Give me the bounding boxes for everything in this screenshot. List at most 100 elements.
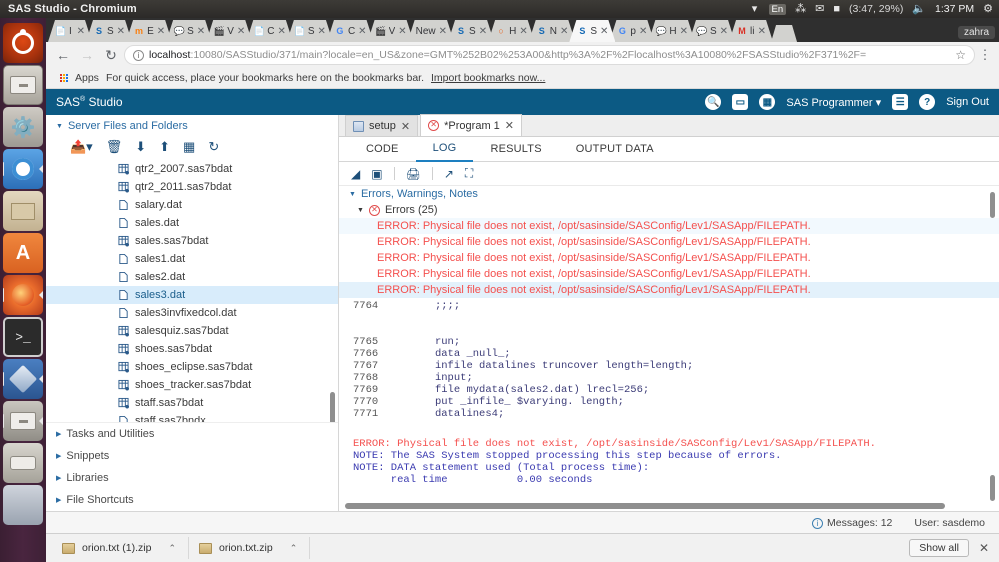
sign-out-button[interactable]: Sign Out [946,96,989,108]
browser-tab[interactable]: SS✕ [86,20,132,42]
log-error-line[interactable]: ERROR: Physical file does not exist, /op… [339,234,999,250]
launcher-item-software-updater[interactable] [3,191,43,231]
close-icon[interactable]: ✕ [237,26,245,37]
list-item[interactable]: sales1.dat [46,250,338,268]
battery-icon[interactable]: ■ [833,4,840,15]
tab-log[interactable]: LOG [416,137,474,162]
browser-tab[interactable]: 📄C✕ [246,20,293,42]
upload-icon[interactable]: ⬆ [159,139,170,155]
three-dot-menu-icon[interactable]: ⋮ [977,47,993,63]
profile-selector[interactable]: SAS Programmer ▾ [786,96,881,109]
address-bar[interactable]: i localhost:10080/SASStudio/371/main?loc… [124,45,975,65]
list-item[interactable]: sales.sas7bdat [46,232,338,250]
back-arrow-icon[interactable]: ← [52,44,74,66]
launcher-item-system-settings[interactable]: ⚙️ [3,107,43,147]
browser-tab[interactable]: 📄I✕ [48,20,92,42]
close-icon[interactable]: ✕ [479,26,487,37]
browser-tab[interactable]: 🎬V✕ [368,20,414,42]
close-icon[interactable]: ✕ [439,26,447,37]
close-icon[interactable]: ✕ [680,26,688,37]
log-scrollbar-thumb-bottom[interactable] [990,475,995,501]
browser-tab[interactable]: SN✕ [529,20,576,42]
tab-output-data[interactable]: OUTPUT DATA [559,137,671,162]
new-file-icon[interactable]: 📤▾ [70,139,93,155]
import-bookmarks-link[interactable]: Import bookmarks now... [431,72,545,84]
work-tab-program-1[interactable]: ✕ *Program 1 ✕ [420,114,522,136]
file-list-scrollbar[interactable] [330,392,335,422]
section-tasks-and-utilities[interactable]: ▶Tasks and Utilities [46,423,338,445]
close-icon[interactable]: ✕ [505,119,514,132]
close-icon[interactable]: ✕ [277,26,285,37]
launcher-item-printers[interactable] [3,443,43,483]
wifi-icon[interactable]: ▾ [752,4,760,15]
list-item[interactable]: salary.dat [46,196,338,214]
search-icon[interactable]: 🔍 [705,94,721,110]
close-icon[interactable]: ✕ [157,26,165,37]
list-item[interactable]: qtr2_2011.sas7bdat [46,178,338,196]
options-icon[interactable]: ☰ [892,94,908,110]
launcher-item-terminal[interactable]: >_ [3,317,43,357]
log-error-line[interactable]: ERROR: Physical file does not exist, /op… [339,250,999,266]
close-icon[interactable]: ✕ [117,26,125,37]
launcher-item-file-manager[interactable] [3,401,43,441]
log-viewer[interactable]: ▼ Errors, Warnings, Notes ▼ ✕ Errors (25… [339,186,999,511]
close-icon[interactable]: ✕ [979,541,993,555]
list-item[interactable]: qtr2_2007.sas7bdat [46,160,338,178]
grid-icon[interactable]: ▦ [759,94,775,110]
close-icon[interactable]: ✕ [77,26,85,37]
list-item-selected[interactable]: sales3.dat [46,286,338,304]
delete-icon[interactable]: 🗑 [106,139,123,155]
section-snippets[interactable]: ▶Snippets [46,445,338,467]
refresh-icon[interactable]: ↻ [208,139,219,155]
launcher-item-chromium[interactable] [3,149,43,189]
chevron-up-icon[interactable]: ⌃ [290,543,298,554]
section-server-files-and-folders[interactable]: ▼ Server Files and Folders [46,115,338,136]
browser-tab[interactable]: Mli✕ [729,20,773,42]
apps-grid-icon[interactable] [60,74,68,82]
status-messages[interactable]: iMessages: 12 [812,517,892,529]
browser-tab[interactable]: 📄S✕ [287,20,333,42]
browser-tab[interactable]: New✕ [408,20,454,42]
reload-icon[interactable]: ↻ [100,44,122,66]
tab-code[interactable]: CODE [349,137,416,162]
help-icon[interactable]: ? [919,94,935,110]
log-error-line[interactable]: ERROR: Physical file does not exist, /op… [339,218,999,234]
download-item[interactable]: orion.txt (1).zip ⌃ [52,537,189,559]
browser-tab-active[interactable]: SS✕ [569,20,615,42]
list-item[interactable]: shoes_eclipse.sas7bdat [46,358,338,376]
properties-icon[interactable]: ▦ [183,139,195,155]
list-item[interactable]: salesquiz.sas7bdat [46,322,338,340]
launcher-item-virtualbox[interactable] [3,359,43,399]
close-icon[interactable]: ✕ [758,26,766,37]
close-icon[interactable]: ✕ [560,26,568,37]
log-scrollbar-thumb-top[interactable] [990,192,995,218]
browser-tab[interactable]: GC✕ [327,20,374,42]
file-list[interactable]: qtr2_2007.sas7bdat qtr2_2011.sas7bdat sa… [46,160,338,422]
new-tab-button[interactable] [771,25,797,42]
print-icon[interactable]: 🖨 [406,167,421,181]
show-all-downloads-button[interactable]: Show all [909,539,969,557]
browser-tab[interactable]: 💬S✕ [689,20,735,42]
launcher-item-files[interactable] [3,65,43,105]
close-icon[interactable]: ✕ [358,26,366,37]
browser-tab[interactable]: 🎬V✕ [206,20,252,42]
close-icon[interactable]: ✕ [519,26,527,37]
star-icon[interactable]: ☆ [951,48,966,62]
log-tree-errors-group[interactable]: ▼ ✕ Errors (25) [339,202,999,218]
browser-tab[interactable]: 💬S✕ [166,20,212,42]
close-icon[interactable]: ✕ [639,26,647,37]
browser-tab[interactable]: Gp✕ [609,20,654,42]
info-icon[interactable]: i [133,50,144,61]
gear-icon[interactable]: ⚙ [983,4,993,15]
browser-tab[interactable]: mE✕ [126,20,172,42]
chevron-up-icon[interactable]: ⌃ [168,543,176,554]
browser-tab[interactable]: ○H✕ [488,20,535,42]
mail-icon[interactable]: ✉ [815,4,824,15]
section-libraries[interactable]: ▶Libraries [46,467,338,489]
volume-icon[interactable]: 🔈 [912,4,926,15]
close-icon[interactable]: ✕ [600,26,608,37]
bluetooth-icon[interactable]: ⁂ [795,4,806,15]
list-item[interactable]: sales3invfixedcol.dat [46,304,338,322]
maximize-icon[interactable]: ⛶ [465,166,473,181]
log-horizontal-scrollbar[interactable] [345,503,945,509]
